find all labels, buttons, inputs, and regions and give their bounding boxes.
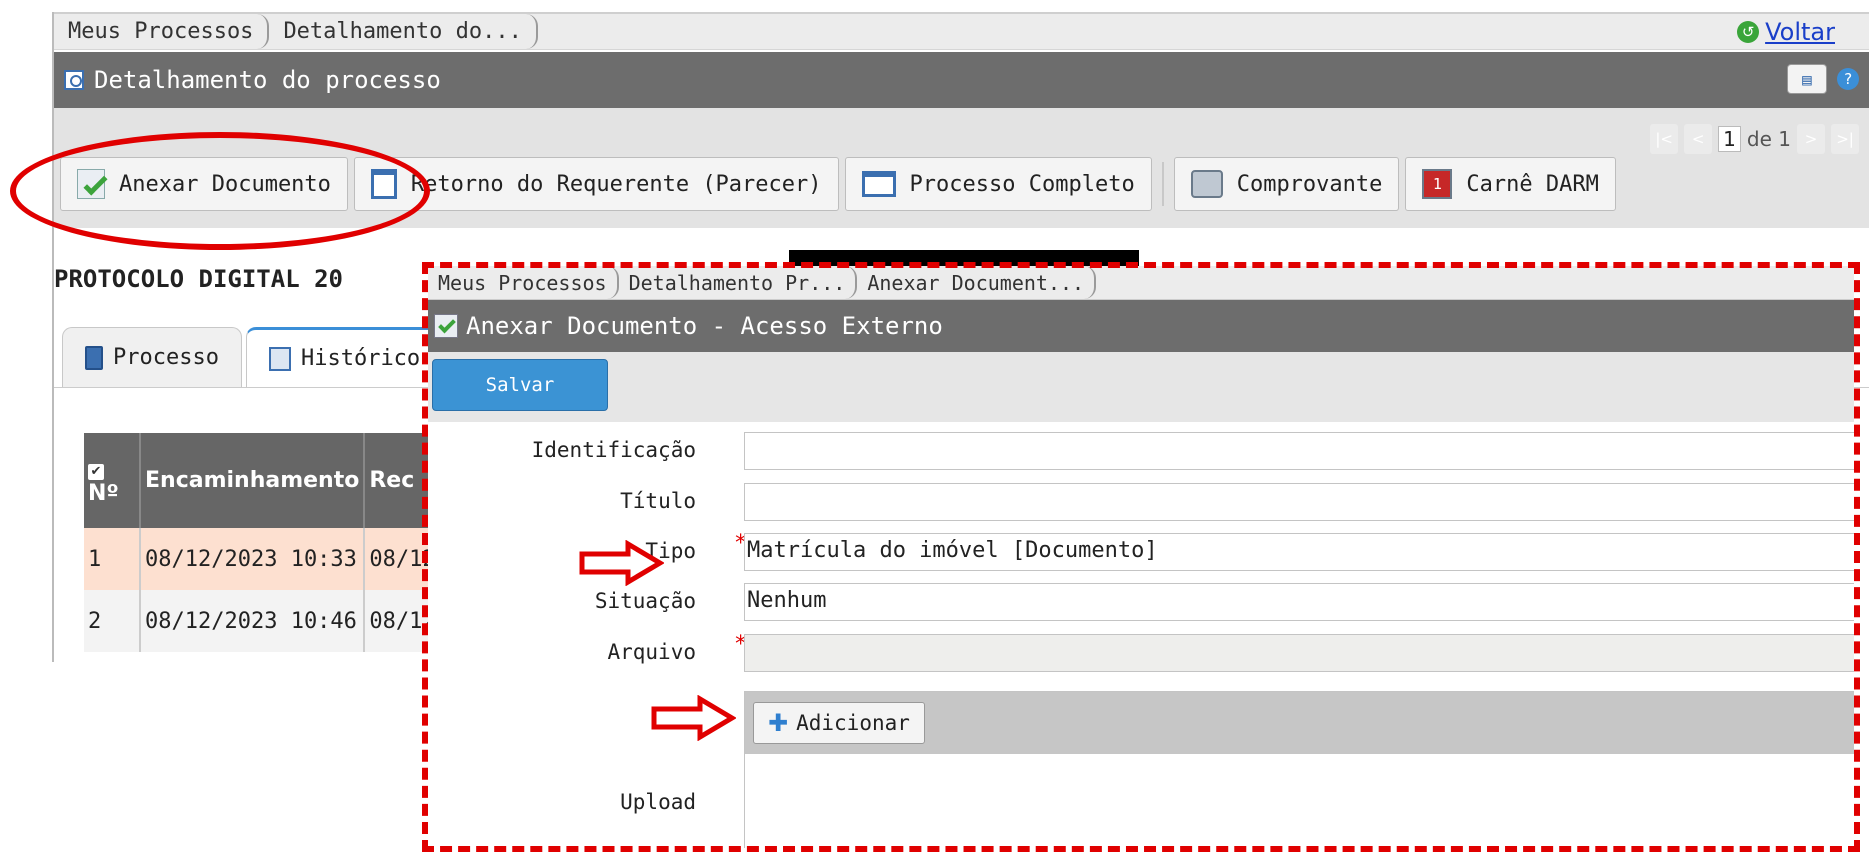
magnifier-window-icon xyxy=(64,70,84,90)
cell-number: 1 xyxy=(84,528,141,590)
breadcrumb-item-meus-processos[interactable]: Meus Processos xyxy=(54,14,270,49)
cell-encaminhamento: 08/12/2023 10:33 xyxy=(140,528,366,590)
current-page[interactable]: 1 xyxy=(1718,126,1741,152)
titulo-label: Título xyxy=(620,489,696,513)
card-view-icon[interactable]: ▤ xyxy=(1787,64,1827,94)
annotation-arrow-tipo xyxy=(579,540,664,586)
column-header-number[interactable]: ✔ Nº xyxy=(84,433,141,528)
document-icon xyxy=(85,345,103,370)
history-grid-icon xyxy=(268,346,291,371)
titulo-input[interactable] xyxy=(744,483,1854,521)
select-all-checkbox[interactable]: ✔ xyxy=(88,463,104,480)
tab-processo[interactable]: Processo xyxy=(62,327,242,387)
tab-historico-label: Histórico xyxy=(300,346,421,371)
annotation-arrow-adicionar xyxy=(651,695,736,741)
breadcrumb-item-detalhamento[interactable]: Detalhamento Pr... xyxy=(619,266,858,299)
last-page-button[interactable]: >| xyxy=(1831,124,1859,154)
comprovante-button[interactable]: Comprovante xyxy=(1173,157,1400,211)
dialog-breadcrumb: Meus Processos Detalhamento Pr... Anexar… xyxy=(428,266,1854,300)
processo-completo-button[interactable]: Processo Completo xyxy=(844,157,1152,211)
identificacao-label: Identificação xyxy=(531,438,696,462)
row-identificacao: Identificação xyxy=(428,432,1854,472)
row-arquivo: Arquivo * xyxy=(428,632,1854,674)
pager: |< < 1 de 1 > >| xyxy=(1650,124,1859,154)
protocol-heading: PROTOCOLO DIGITAL 20 xyxy=(54,265,343,293)
breadcrumb: Meus Processos Detalhamento do... ↺ Volt… xyxy=(54,12,1869,50)
cell-number: 2 xyxy=(84,590,141,652)
first-page-button[interactable]: |< xyxy=(1650,124,1679,154)
attach-document-icon xyxy=(434,314,458,338)
printer-icon xyxy=(1190,170,1223,198)
breadcrumb-item-anexar[interactable]: Anexar Document... xyxy=(857,266,1097,299)
darm-printer-icon: 1 xyxy=(1422,169,1453,199)
salvar-button[interactable]: Salvar xyxy=(432,359,608,411)
retorno-requerente-label: Retorno do Requerente (Parecer) xyxy=(410,171,822,197)
dialog-toolbar: Salvar xyxy=(428,352,1854,422)
window-title: Detalhamento do processo xyxy=(94,66,441,94)
next-page-button[interactable]: > xyxy=(1797,124,1825,154)
window-icon xyxy=(861,171,896,197)
tab-strip: Processo Histórico xyxy=(62,327,444,387)
dialog-title-bar: Anexar Documento - Acesso Externo xyxy=(428,300,1854,352)
identificacao-input[interactable] xyxy=(744,432,1854,470)
voltar-link[interactable]: ↺ Voltar xyxy=(1737,18,1835,46)
dialog-title: Anexar Documento - Acesso Externo xyxy=(466,312,943,340)
carne-darm-button[interactable]: 1 Carnê DARM xyxy=(1405,157,1616,211)
help-icon[interactable]: ? xyxy=(1837,68,1859,90)
tab-historico[interactable]: Histórico xyxy=(245,327,444,387)
adicionar-button[interactable]: ✚ Adicionar xyxy=(753,702,925,744)
back-arrow-icon: ↺ xyxy=(1737,21,1760,43)
breadcrumb-item-meus-processos[interactable]: Meus Processos xyxy=(428,266,619,299)
upload-toolbar: ✚ Adicionar xyxy=(745,692,1854,754)
processo-completo-label: Processo Completo xyxy=(909,171,1135,197)
comprovante-label: Comprovante xyxy=(1236,171,1383,197)
prev-page-button[interactable]: < xyxy=(1684,124,1713,154)
plus-icon: ✚ xyxy=(768,709,789,737)
arquivo-field xyxy=(744,634,1854,672)
row-situacao: Situação Nenhum xyxy=(428,583,1854,623)
upload-area[interactable]: ✚ Adicionar xyxy=(744,691,1854,848)
carne-darm-label: Carnê DARM xyxy=(1466,171,1599,197)
situacao-label: Situação xyxy=(594,589,696,613)
voltar-label[interactable]: Voltar xyxy=(1765,18,1835,46)
row-titulo: Título xyxy=(428,483,1854,523)
window-title-bar: Detalhamento do processo ▤ ? xyxy=(54,52,1869,108)
column-number-label: Nº xyxy=(88,480,119,506)
tipo-select[interactable]: Matrícula do imóvel [Documento] xyxy=(744,533,1854,571)
toolbar-separator xyxy=(1161,162,1164,206)
arquivo-label: Arquivo xyxy=(607,640,696,664)
cell-encaminhamento: 08/12/2023 10:46 xyxy=(140,590,366,652)
column-header-encaminhamento[interactable]: Encaminhamento xyxy=(140,433,366,528)
adicionar-label: Adicionar xyxy=(796,711,910,735)
breadcrumb-item-detalhamento[interactable]: Detalhamento do... xyxy=(269,14,538,49)
tab-processo-label: Processo xyxy=(113,345,219,370)
page-total: de 1 xyxy=(1746,127,1791,151)
annotation-ellipse xyxy=(10,132,430,250)
situacao-select[interactable]: Nenhum xyxy=(744,583,1854,621)
upload-label: Upload xyxy=(620,790,696,814)
